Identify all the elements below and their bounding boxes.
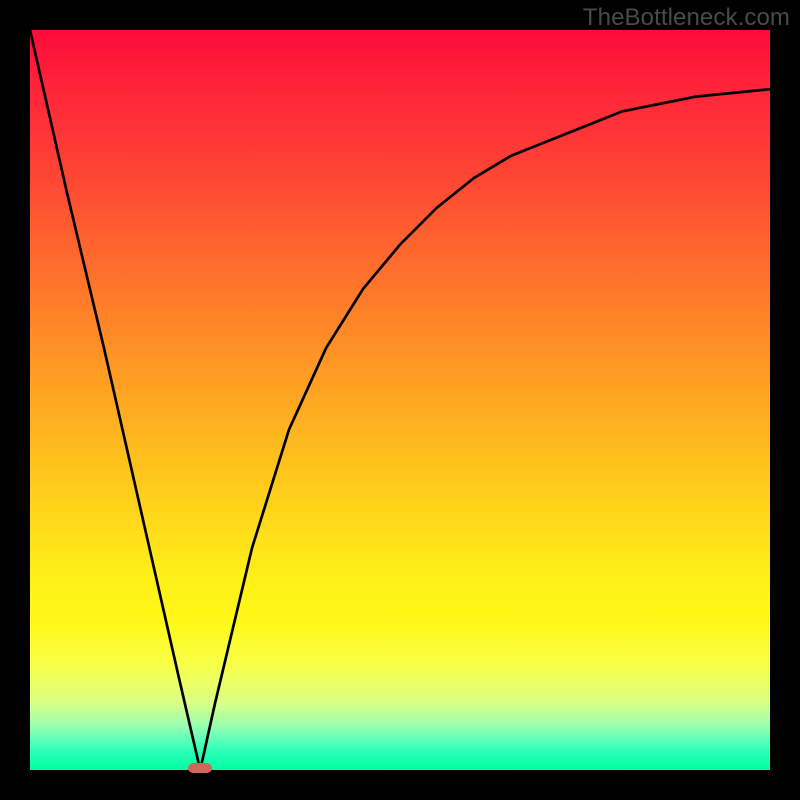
chart-frame: TheBottleneck.com xyxy=(0,0,800,800)
watermark-text: TheBottleneck.com xyxy=(583,4,790,32)
curve-svg xyxy=(30,30,770,770)
minimum-marker xyxy=(188,763,212,773)
chart-plot-area xyxy=(30,30,770,770)
bottleneck-curve xyxy=(30,30,770,770)
